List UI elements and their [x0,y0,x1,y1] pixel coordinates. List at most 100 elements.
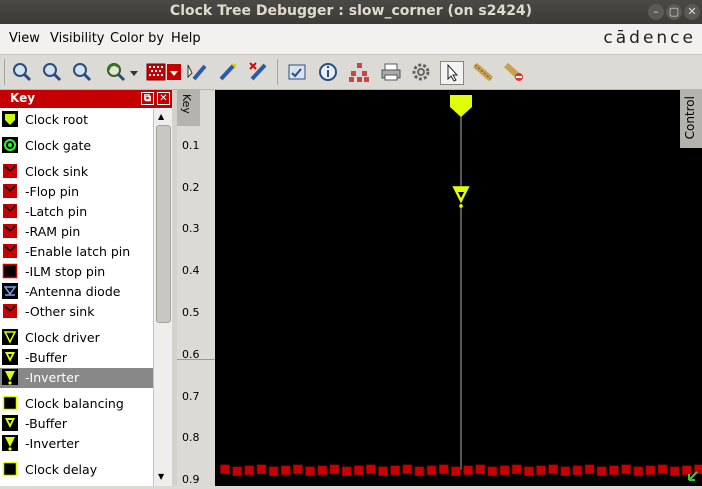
key-item[interactable]: Clock sink [0,162,153,182]
clock-sink-node [391,466,400,475]
close-button[interactable]: ✕ [684,4,700,20]
report-icon[interactable] [286,61,308,83]
clock-balancing-icon [2,395,18,411]
color-dropdown-icon[interactable] [167,61,181,83]
key-tab-label: Key [180,94,193,114]
clock-sink-node [622,465,631,474]
key-scrollbar[interactable]: ▲ ▼ [153,109,172,486]
clock-driver-icon [2,329,18,345]
key-item[interactable]: -ILM stop pin [0,262,153,282]
clock-sink-icon [2,163,18,179]
menu-color-by[interactable]: Color by [110,31,164,46]
key-item[interactable]: -Latch pin [0,202,153,222]
clear-tool-icon[interactable] [248,61,270,83]
clock-tree-drawing [215,90,702,486]
key-item[interactable]: -RAM pin [0,222,153,242]
clock-sink-node [439,465,448,474]
key-item-label: Clock delay [25,462,97,477]
key-item-label: Clock balancing [25,396,124,411]
scroll-down-icon[interactable]: ▼ [158,472,164,481]
select-tool-icon[interactable] [217,61,239,83]
ruler-marker[interactable] [177,359,215,360]
clock-sink-node [233,467,242,476]
key-panel-header: Key ⧉ ✕ [0,90,172,108]
clock-sink-node [427,466,436,475]
clock-sink-node [366,465,375,474]
key-item[interactable]: -Buffer [0,348,153,368]
key-list: Clock root Clock gate Clock sink-Flop pin -… [0,109,153,486]
cadence-logo: cādence [603,28,696,48]
ruler-tick-label: 0.7 [182,390,200,403]
clock-sink-node [537,466,546,475]
antenna-diode-icon [2,283,18,299]
key-item-label: -Buffer [25,416,67,431]
key-item[interactable]: Clock root [0,110,153,130]
clock-tree-canvas[interactable] [215,90,702,486]
clock-root-node [450,95,472,117]
print-icon[interactable] [380,61,402,83]
key-item-label: -Enable latch pin [25,244,130,259]
key-item[interactable]: -Buffer [0,414,153,434]
info-icon[interactable] [317,61,339,83]
ruler-tick-label: 0.3 [182,222,200,235]
clock-sink-node [403,465,412,474]
key-item-label: -Inverter [25,436,79,451]
menu-view[interactable]: View [9,31,40,46]
clock-sink-node [585,465,594,474]
latch-pin-icon [2,203,18,219]
other-sink-icon [2,303,18,319]
key-panel: Key ⧉ ✕ Clock root Clock gate Clock sink-F… [0,90,172,486]
key-item[interactable]: -Antenna diode [0,282,153,302]
clock-sink-node [609,466,618,475]
delay-ruler: 0.00.10.20.30.40.50.60.70.80.9 [177,90,215,486]
window-title: Clock Tree Debugger : slow_corner (on s2… [0,3,702,19]
clock-sink-node [415,467,424,476]
key-scrollbar-thumb[interactable] [156,125,171,323]
menu-visibility[interactable]: Visibility [50,31,104,46]
control-tab[interactable]: Control [680,90,702,148]
buffer-icon [2,349,18,365]
key-item[interactable]: -Enable latch pin [0,242,153,262]
clock-sink-node [221,465,230,474]
key-item-label: -Other sink [25,304,94,319]
refresh-icon[interactable] [105,61,127,83]
key-item[interactable]: -Flop pin [0,182,153,202]
ruler-icon[interactable] [472,61,494,83]
hierarchy-icon[interactable] [348,61,370,83]
close-panel-icon[interactable]: ✕ [157,92,170,105]
clock-sink-node [512,465,521,474]
key-item[interactable]: Clock delay [0,460,153,480]
key-item-label: -Latch pin [25,204,87,219]
zoom-in-icon[interactable] [11,61,33,83]
key-item[interactable]: Clock gate [0,136,153,156]
key-item[interactable]: Clock balancing [0,394,153,414]
inverter-icon [2,435,18,451]
inverter-icon [2,369,18,385]
clock-sink-node [488,467,497,476]
zoom-out-icon[interactable] [41,61,63,83]
zoom-fit-icon[interactable] [71,61,93,83]
clock-sink-node [524,467,533,476]
clock-sink-node [269,467,278,476]
eraser-icon[interactable] [503,61,525,83]
maximize-button[interactable]: ▢ [666,4,682,20]
clock-sink-node [670,467,679,476]
draw-icon[interactable] [186,61,208,83]
minimize-button[interactable]: – [648,4,664,20]
settings-icon[interactable] [410,61,432,83]
clock-sink-node [597,467,606,476]
clock-sink-node [257,465,266,474]
clock-sink-node [561,467,570,476]
key-tab[interactable]: Key [177,90,200,126]
scroll-up-icon[interactable]: ▲ [158,112,164,121]
key-item[interactable]: Clock driver [0,328,153,348]
undock-icon[interactable]: ⧉ [141,92,154,105]
pointer-icon[interactable] [440,61,464,85]
menu-help[interactable]: Help [171,31,201,46]
refresh-dropdown-icon[interactable] [129,61,139,83]
key-item[interactable]: -Inverter [0,434,153,454]
color-pattern-icon[interactable] [145,61,167,83]
key-item[interactable]: -Other sink [0,302,153,322]
clock-sink-node [330,465,339,474]
key-item[interactable]: -Inverter [0,368,153,388]
